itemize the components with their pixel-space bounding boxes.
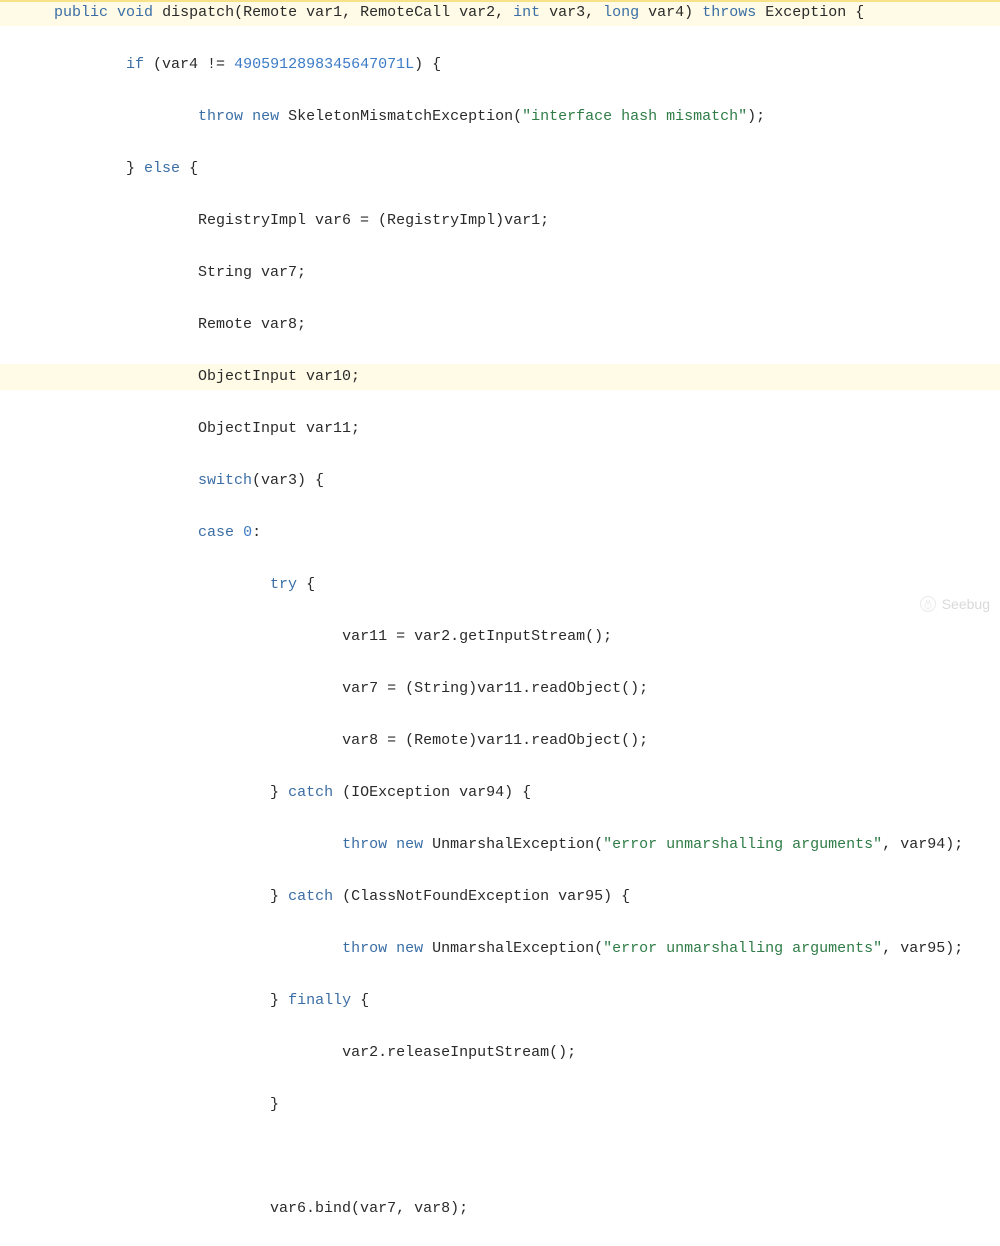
code-line: } else {: [0, 156, 1000, 182]
code-line: var8 = (Remote)var11.readObject();: [0, 728, 1000, 754]
code-line: var11 = var2.getInputStream();: [0, 624, 1000, 650]
code-line: throw new UnmarshalException("error unma…: [0, 832, 1000, 858]
code-line: var7 = (String)var11.readObject();: [0, 676, 1000, 702]
code-line: public void dispatch(Remote var1, Remote…: [0, 0, 1000, 26]
code-line: switch(var3) {: [0, 468, 1000, 494]
code-line: throw new SkeletonMismatchException("int…: [0, 104, 1000, 130]
code-line: RegistryImpl var6 = (RegistryImpl)var1;: [0, 208, 1000, 234]
code-line: Remote var8;: [0, 312, 1000, 338]
code-line: ObjectInput var10;: [0, 364, 1000, 390]
code-line: } catch (IOException var94) {: [0, 780, 1000, 806]
code-line: var2.releaseInputStream();: [0, 1040, 1000, 1066]
code-line: ObjectInput var11;: [0, 416, 1000, 442]
code-line: throw new UnmarshalException("error unma…: [0, 936, 1000, 962]
code-line: } finally {: [0, 988, 1000, 1014]
code-block: public void dispatch(Remote var1, Remote…: [0, 0, 1000, 1246]
code-line: case 0:: [0, 520, 1000, 546]
code-line: String var7;: [0, 260, 1000, 286]
code-line: if (var4 != 4905912898345647071L) {: [0, 52, 1000, 78]
code-line: } catch (ClassNotFoundException var95) {: [0, 884, 1000, 910]
code-line: }: [0, 1092, 1000, 1118]
code-line: var6.bind(var7, var8);: [0, 1196, 1000, 1222]
code-line: try {: [0, 572, 1000, 598]
code-line: [0, 1144, 1000, 1170]
